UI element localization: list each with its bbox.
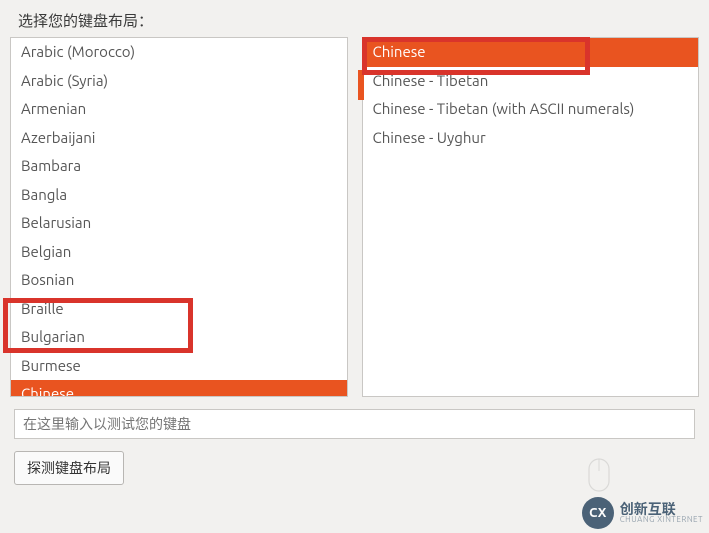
watermark-name-en: CHUANG XINTERNET xyxy=(620,516,703,524)
watermark-name-cn: 创新互联 xyxy=(620,502,703,516)
selection-indicator xyxy=(358,70,364,100)
layout-variant-list[interactable]: ChineseChinese - TibetanChinese - Tibeta… xyxy=(362,37,700,397)
list-item[interactable]: Bosnian xyxy=(11,266,347,295)
list-item[interactable]: Armenian xyxy=(11,95,347,124)
list-item[interactable]: Bambara xyxy=(11,152,347,181)
lists-container: Arabic (Morocco)Arabic (Syria)ArmenianAz… xyxy=(0,37,709,397)
list-item[interactable]: Belgian xyxy=(11,238,347,267)
watermark: CX 创新互联 CHUANG XINTERNET xyxy=(582,497,703,529)
list-item[interactable]: Chinese - Tibetan xyxy=(363,67,699,96)
list-item[interactable]: Chinese - Uyghur xyxy=(363,124,699,153)
list-item[interactable]: Bangla xyxy=(11,181,347,210)
list-item[interactable]: Chinese xyxy=(363,38,699,67)
list-item[interactable]: Belarusian xyxy=(11,209,347,238)
list-item[interactable]: Arabic (Syria) xyxy=(11,67,347,96)
detect-layout-button[interactable]: 探测键盘布局 xyxy=(14,451,124,485)
list-item[interactable]: Azerbaijani xyxy=(11,124,347,153)
list-item[interactable]: Bulgarian xyxy=(11,323,347,352)
keyboard-layout-dialog: 选择您的键盘布局： Arabic (Morocco)Arabic (Syria)… xyxy=(0,0,709,533)
list-item[interactable]: Braille xyxy=(11,295,347,324)
dialog-heading: 选择您的键盘布局： xyxy=(0,0,709,37)
mouse-icon xyxy=(579,455,619,495)
layout-language-list[interactable]: Arabic (Morocco)Arabic (Syria)ArmenianAz… xyxy=(10,37,348,397)
test-input-row xyxy=(0,397,709,445)
list-item[interactable]: Arabic (Morocco) xyxy=(11,38,347,67)
watermark-logo: CX xyxy=(582,497,614,529)
list-item[interactable]: Chinese - Tibetan (with ASCII numerals) xyxy=(363,95,699,124)
list-item[interactable]: Chinese xyxy=(11,380,347,397)
keyboard-test-input[interactable] xyxy=(14,409,695,439)
list-item[interactable]: Burmese xyxy=(11,352,347,381)
